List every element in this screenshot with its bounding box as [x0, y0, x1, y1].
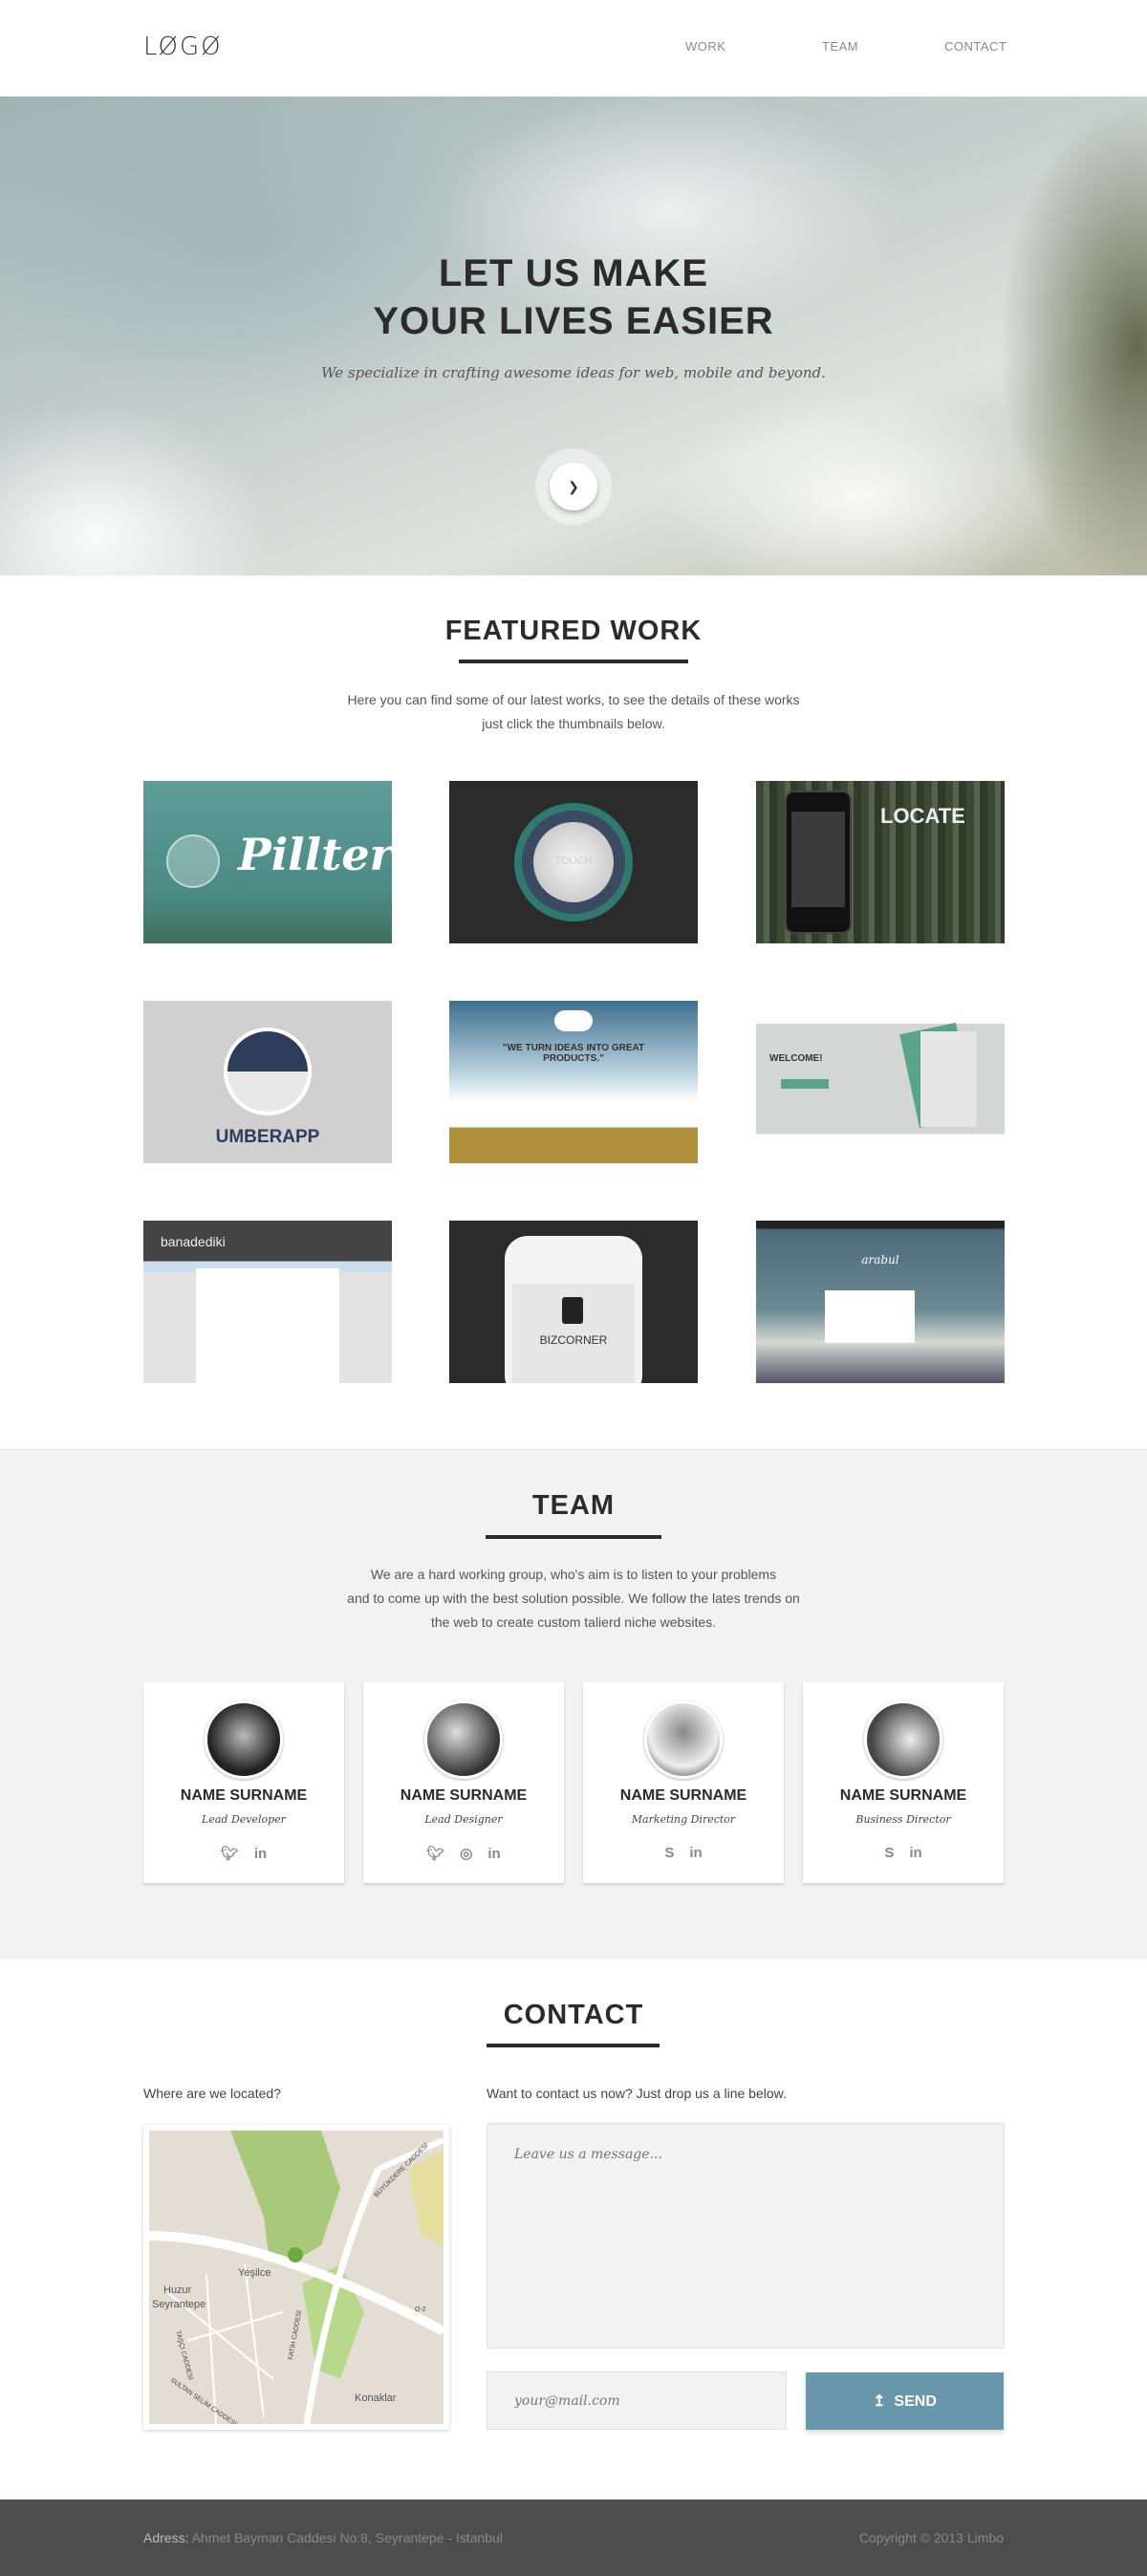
map-place: Konaklar	[355, 2392, 397, 2404]
send-label: SEND	[894, 2393, 937, 2410]
avatar	[424, 1700, 503, 1779]
thumbnail-title: Pillter	[238, 829, 392, 880]
skype-icon[interactable]: S	[664, 1845, 674, 1861]
nav-work[interactable]: WORK	[685, 39, 725, 54]
team-title-underline	[486, 1535, 661, 1539]
copyright: Copyright © 2013 Limbo	[858, 2530, 1004, 2545]
twitter-icon[interactable]: 🐦︎	[426, 1845, 444, 1862]
linkedin-icon[interactable]: in	[254, 1846, 267, 1862]
avatar	[864, 1700, 942, 1779]
thumbnail-title: BIZCORNER	[539, 1333, 608, 1347]
thumbnail-banadediki[interactable]: banadediki	[143, 1221, 392, 1383]
thumbnail-title: "WE TURN IDEAS INTO GREAT PRODUCTS."	[502, 1043, 645, 1064]
thumbnail-touch[interactable]: TOUCH	[449, 781, 698, 943]
address-label: Adress:	[143, 2530, 189, 2545]
work-title-underline	[459, 660, 688, 663]
thumbnail-bizcorner[interactable]: BIZCORNER	[449, 1221, 698, 1383]
contact-title: CONTACT	[503, 2000, 644, 2030]
thumbnail-turn-ideas[interactable]: "WE TURN IDEAS INTO GREAT PRODUCTS."	[449, 1001, 698, 1163]
work-description-line1: Here you can find some of our latest wor…	[347, 692, 800, 707]
logo[interactable]: LØGØ	[143, 32, 223, 61]
map-place: Huzur	[163, 2284, 192, 2296]
thumbnail-title: TOUCH	[554, 855, 593, 867]
message-textarea[interactable]	[487, 2123, 1005, 2349]
team-member-card: NAME SURNAME Marketing Director Sin	[583, 1682, 784, 1883]
thumbnail-title: LOCATE	[880, 804, 965, 828]
member-name: NAME SURNAME	[839, 1787, 967, 1804]
thumbnail-locate[interactable]: LOCATE	[756, 781, 1005, 943]
form-label: Want to contact us now? Just drop us a l…	[487, 2086, 787, 2101]
contact-title-underline	[487, 2044, 660, 2047]
thumbnail-pillter[interactable]: Pillter	[143, 781, 392, 943]
team-member-card: NAME SURNAME Lead Developer 🐦︎ in	[143, 1682, 344, 1883]
nav-team[interactable]: TEAM	[822, 39, 858, 54]
member-role: Business Director	[855, 1813, 951, 1826]
thumbnail-title: arabul	[861, 1253, 899, 1266]
thumbnail-arabul[interactable]: arabul	[756, 1221, 1005, 1383]
send-button[interactable]: ↥ SEND	[806, 2372, 1004, 2430]
hero: LET US MAKE YOUR LIVES EASIER We special…	[0, 97, 1147, 575]
upload-icon: ↥	[873, 2393, 886, 2410]
thumbnail-title: banadediki	[161, 1234, 226, 1249]
team-member-card: NAME SURNAME Lead Designer 🐦︎ ◎ in	[363, 1682, 564, 1883]
chevron-down-icon: ❯	[568, 479, 579, 494]
thumbnail-title: UMBERAPP	[215, 1127, 320, 1147]
member-role: Marketing Director	[631, 1813, 736, 1826]
thumbnail-passbook[interactable]: WELCOME!	[756, 1001, 1005, 1163]
dribbble-icon[interactable]: ◎	[460, 1845, 472, 1862]
member-name: NAME SURNAME	[180, 1787, 308, 1804]
hero-title-line2: YOUR LIVES EASIER	[373, 300, 774, 342]
team-member-card: NAME SURNAME Business Director Sin	[803, 1682, 1004, 1883]
member-role: Lead Developer	[202, 1813, 286, 1826]
thumbnail-title: WELCOME!	[769, 1053, 823, 1064]
nav-contact[interactable]: CONTACT	[944, 39, 1006, 54]
map-place: O-2	[415, 2306, 426, 2313]
work-title: FEATURED WORK	[444, 616, 703, 646]
team-section: TEAM We are a hard working group, who's …	[0, 1449, 1147, 1959]
map-place: Seyrantepe	[152, 2299, 206, 2310]
address: Ahmet Bayman Caddesi No:8, Seyrantepe - …	[191, 2530, 503, 2545]
footer: Adress: Ahmet Bayman Caddesi No:8, Seyra…	[0, 2500, 1147, 2576]
team-description-line2: and to come up with the best solution po…	[347, 1591, 800, 1606]
linkedin-icon[interactable]: in	[689, 1845, 702, 1861]
hero-subtitle: We specialize in crafting awesome ideas …	[321, 364, 826, 381]
linkedin-icon[interactable]: in	[909, 1845, 921, 1861]
avatar	[205, 1700, 283, 1779]
work-description-line2: just click the thumbnails below.	[482, 716, 665, 731]
team-description-line3: the web to create custom talierd niche w…	[430, 1614, 717, 1630]
linkedin-icon[interactable]: in	[487, 1846, 500, 1862]
member-name: NAME SURNAME	[400, 1787, 528, 1804]
hero-title-line1: LET US MAKE	[438, 252, 709, 294]
avatar	[644, 1700, 723, 1779]
email-input[interactable]	[487, 2371, 787, 2430]
skype-icon[interactable]: S	[884, 1845, 894, 1861]
thumbnail-umberapp[interactable]: UMBERAPP	[143, 1001, 392, 1163]
team-title: TEAM	[531, 1490, 616, 1521]
team-description-line1: We are a hard working group, who's aim i…	[370, 1567, 777, 1582]
map-place: Yeşilce	[238, 2267, 271, 2279]
member-name: NAME SURNAME	[619, 1787, 747, 1804]
member-role: Lead Designer	[424, 1813, 503, 1826]
header: LØGØ WORK TEAM CONTACT	[0, 0, 1147, 97]
location-map[interactable]: Huzur Yeşilce Seyrantepe Konaklar BÜYÜKD…	[143, 2125, 449, 2430]
twitter-icon[interactable]: 🐦︎	[221, 1845, 239, 1862]
scroll-down-button[interactable]: ❯	[550, 463, 597, 510]
map-label: Where are we located?	[143, 2086, 281, 2101]
